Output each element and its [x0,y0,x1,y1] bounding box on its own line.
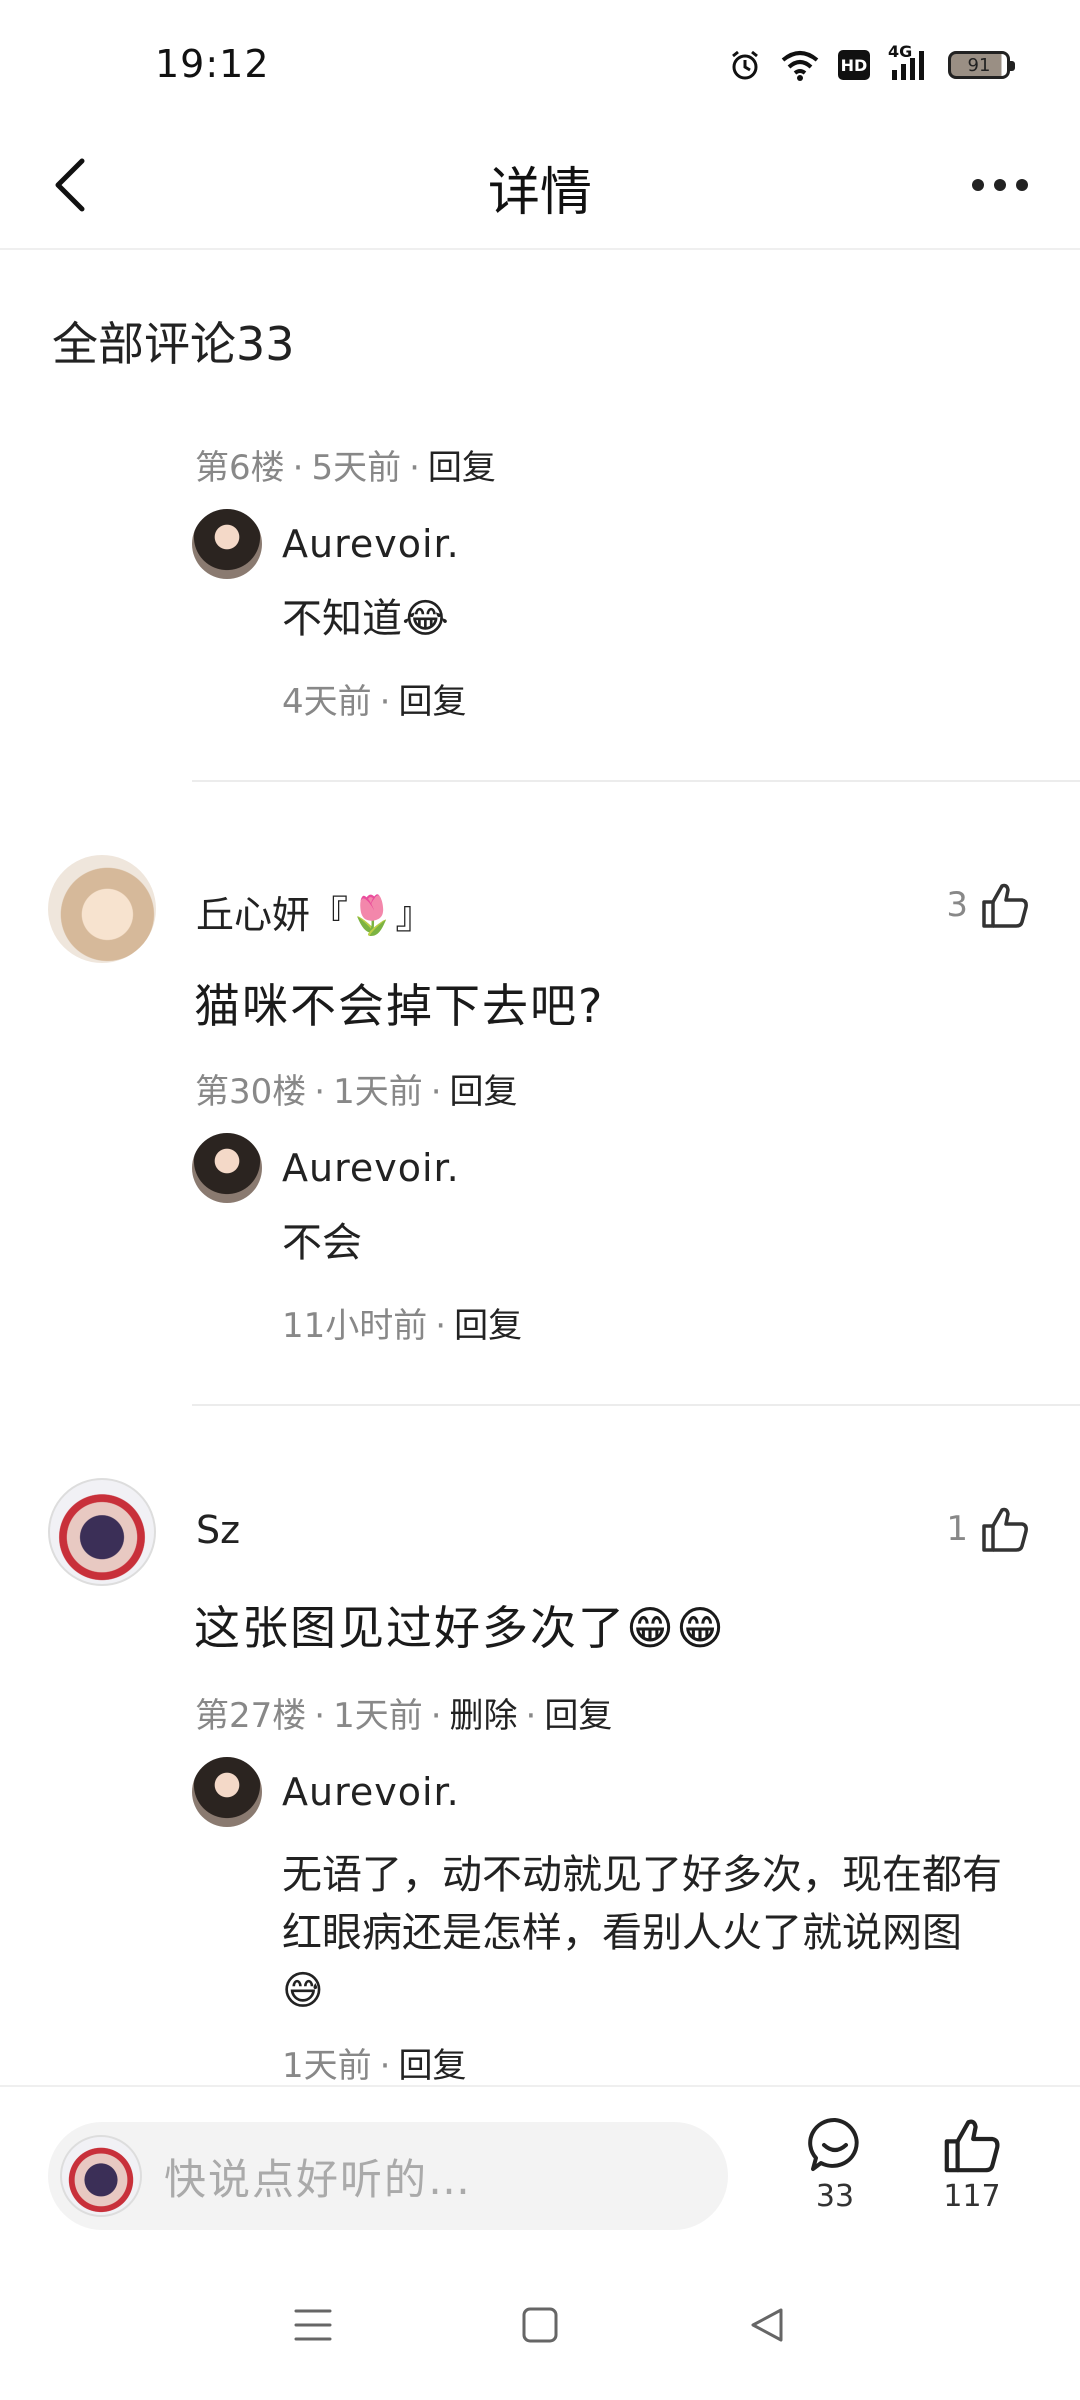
reply-author[interactable]: Aurevoir. [282,1146,460,1190]
like-count: 3 [946,885,968,925]
comment-input[interactable]: 快说点好听的… [48,2122,728,2230]
triangle-back-icon [751,2308,783,2342]
reply-link[interactable]: 回复 [428,448,496,488]
like-count: 117 [943,2179,1001,2214]
reply-time: 4天前 [282,682,372,722]
status-time: 19:12 [155,42,270,86]
reply-link[interactable]: 回复 [398,682,466,722]
wifi-icon [780,49,820,81]
comment-meta: 第30楼 · 1天前 · 回复 [195,1072,518,1112]
like-post-button[interactable]: 117 [922,2115,1022,2214]
like-button[interactable]: 3 [946,880,1030,930]
reply-author[interactable]: Aurevoir. [282,1770,460,1814]
hd-badge: HD [838,50,870,80]
comments-button[interactable]: 33 [785,2115,885,2214]
comment-text: 猫咪不会掉下去吧? [194,979,605,1033]
comment-time: 1天前 [333,1072,423,1112]
comment-input-placeholder: 快说点好听的… [164,2154,473,2204]
status-icons: HD 4G 91 [728,44,1015,82]
comment-time: 1天前 [333,1696,423,1736]
reply-author[interactable]: Aurevoir. [282,522,460,566]
more-dot-icon [1016,179,1028,191]
divider [192,1404,1080,1406]
thumbs-up-icon [982,1507,1028,1552]
floor-label: 第6楼 [195,448,285,488]
avatar [60,2135,142,2217]
comments-section-title: 全部评论33 [52,317,295,371]
floor-label: 第27楼 [195,1696,307,1736]
status-bar: 19:12 HD 4G 91 [0,0,1080,120]
header: 详情 [0,120,1080,250]
alarm-icon [728,48,762,82]
more-dot-icon [994,179,1006,191]
avatar[interactable] [192,1757,262,1827]
bottom-action-bar: 快说点好听的… 33 117 [0,2085,1080,2250]
more-dot-icon [972,179,984,191]
comment-bubble-icon [808,2117,859,2171]
reply-text: 不知道😂 [282,596,449,642]
floor-label: 第30楼 [195,1072,307,1112]
reply-item: Aurevoir. 不会 11小时前 · 回复 [192,1132,1002,1347]
thumbs-up-icon [982,883,1028,928]
comment-time: 5天前 [311,448,402,488]
like-count: 1 [946,1509,968,1549]
battery-level: 91 [967,54,991,76]
reply-item: Aurevoir. 不知道😂 4天前 · 回复 [192,508,1002,723]
more-button[interactable] [960,160,1040,210]
reply-meta: 1天前 · 回复 [282,2046,467,2086]
delete-link[interactable]: 删除 [450,1696,518,1736]
reply-text: 无语了，动不动就见了好多次，现在都有红眼病还是怎样，看别人火了就说网图😅 [282,1852,1002,2014]
avatar[interactable] [192,1133,262,1203]
comment-author[interactable]: Sz [196,1508,240,1552]
signal-4g-icon: 4G [888,44,930,82]
reply-link[interactable]: 回复 [450,1072,518,1112]
reply-link[interactable]: 回复 [544,1696,612,1736]
like-button[interactable]: 1 [946,1504,1030,1554]
reply-link[interactable]: 回复 [454,1306,522,1346]
menu-button[interactable] [273,2285,353,2365]
comment-meta: 第27楼 · 1天前 · 删除 · 回复 [195,1696,613,1736]
reply-link[interactable]: 回复 [398,2046,466,2086]
avatar[interactable] [48,1478,156,1586]
battery-icon: 91 [948,51,1015,79]
reply-meta: 4天前 · 回复 [282,682,467,722]
thumbs-up-icon [944,2119,1000,2173]
page-title: 详情 [487,163,592,223]
reply-time: 11小时前 [282,1306,428,1346]
back-nav-button[interactable] [727,2285,807,2365]
system-nav-bar [0,2250,1080,2400]
comment-author[interactable]: 丘心妍『🌷』 [196,884,433,939]
reply-item: Aurevoir. 无语了，动不动就见了好多次，现在都有红眼病还是怎样，看别人火… [192,1756,1002,2087]
avatar[interactable] [48,855,156,963]
comment-text: 这张图见过好多次了😁😁 [194,1601,726,1655]
square-icon [522,2307,558,2343]
reply-time: 1天前 [282,2046,372,2086]
comment-count: 33 [815,2179,855,2214]
divider [192,780,1080,782]
menu-icon [294,2309,332,2341]
reply-text: 不会 [282,1220,362,1266]
avatar[interactable] [192,509,262,579]
comment-meta: 第6楼 · 5天前 · 回复 [195,448,496,488]
reply-meta: 11小时前 · 回复 [282,1306,523,1346]
home-button[interactable] [500,2285,580,2365]
